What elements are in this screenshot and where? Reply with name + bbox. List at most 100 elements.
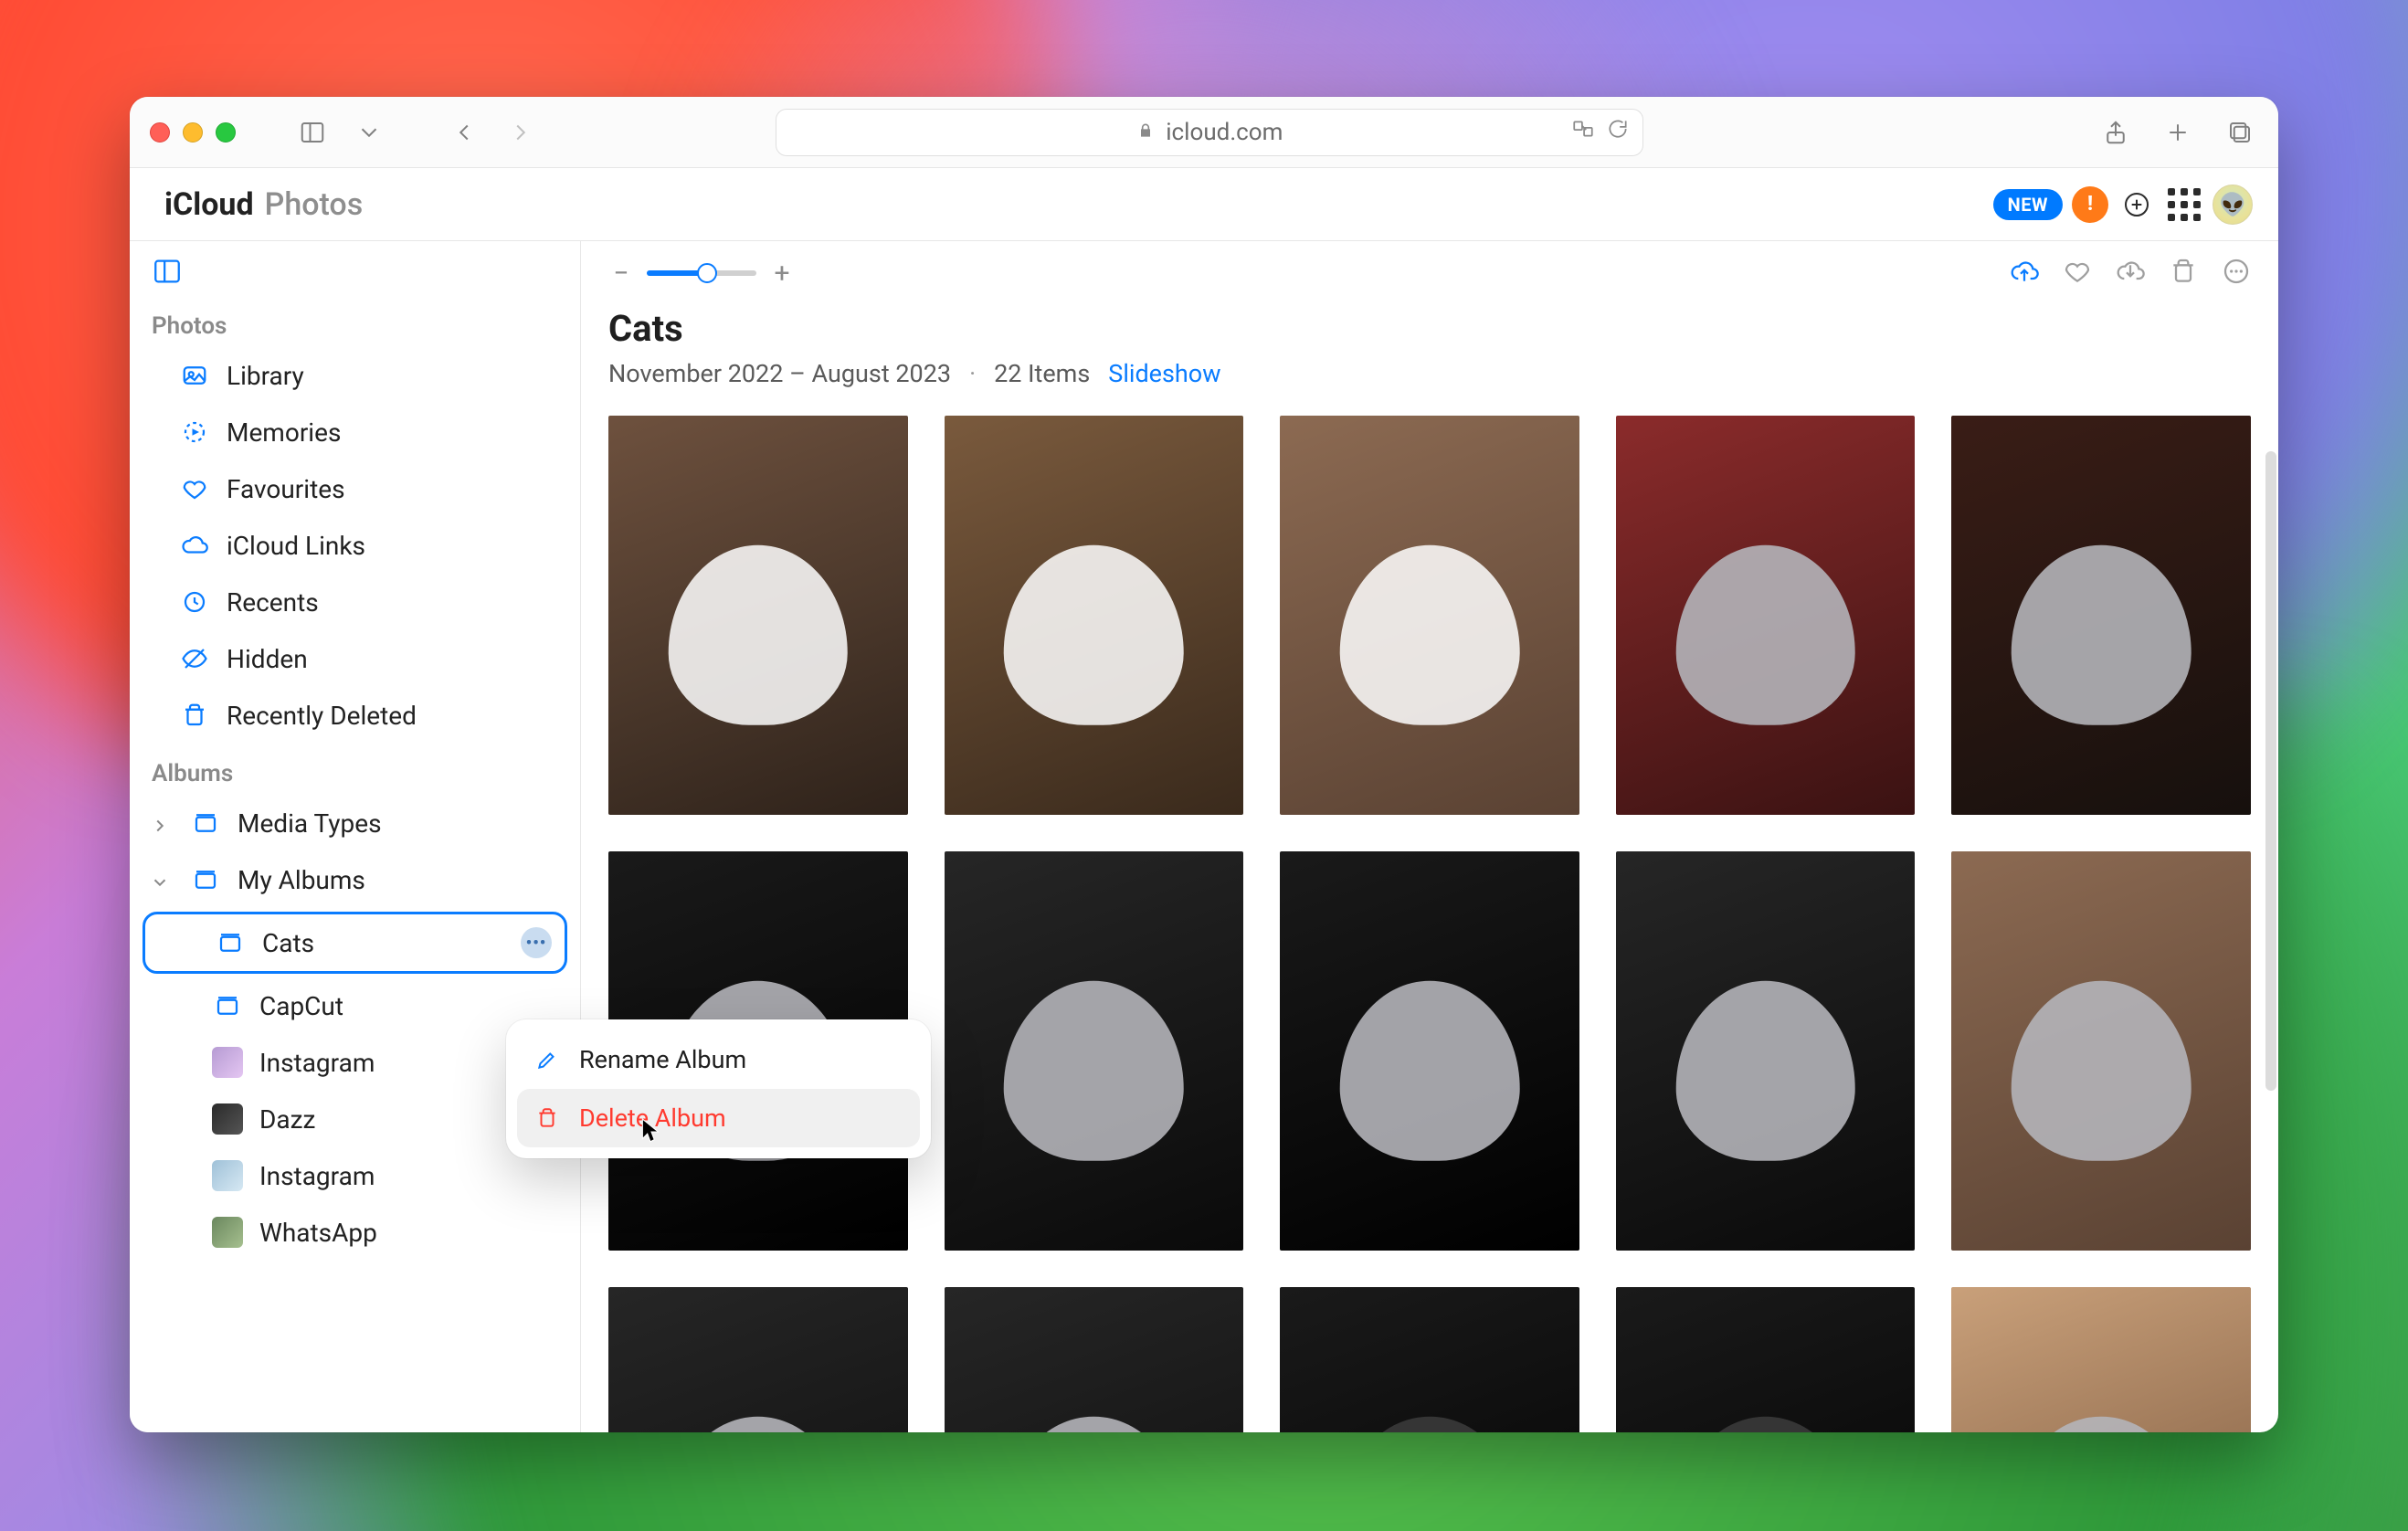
album-thumb-icon bbox=[212, 1103, 243, 1135]
album-thumb-icon bbox=[212, 1160, 243, 1191]
alert-badge[interactable]: ! bbox=[2072, 186, 2108, 223]
brand: iCloud Photos bbox=[155, 186, 363, 223]
album-thumb-icon bbox=[212, 1217, 243, 1248]
zoom-slider[interactable]: − + bbox=[608, 258, 795, 290]
nav-label: Recently Deleted bbox=[227, 701, 417, 731]
album-cats[interactable]: Cats ••• bbox=[143, 912, 567, 974]
brand-icloud: iCloud bbox=[164, 186, 254, 223]
nav-memories[interactable]: Memories bbox=[130, 404, 580, 460]
zoom-out-button[interactable]: − bbox=[608, 258, 634, 290]
safari-window: icloud.com iCloud Photos NEW ! bbox=[130, 97, 2278, 1432]
photo-thumbnail[interactable] bbox=[1616, 851, 1916, 1251]
zoom-track[interactable] bbox=[647, 270, 756, 276]
photo-thumbnail[interactable] bbox=[945, 416, 1244, 815]
context-label: Rename Album bbox=[579, 1045, 746, 1074]
album-thumb-icon bbox=[212, 1047, 243, 1078]
nav-hidden[interactable]: Hidden bbox=[130, 630, 580, 687]
photo-thumbnail[interactable] bbox=[1951, 851, 2251, 1251]
share-button[interactable] bbox=[2097, 114, 2134, 151]
context-rename-album[interactable]: Rename Album bbox=[517, 1030, 920, 1089]
account-avatar[interactable]: 👽 bbox=[2213, 185, 2253, 225]
nav-label: Recents bbox=[227, 587, 319, 618]
address-bar[interactable]: icloud.com bbox=[776, 109, 1643, 156]
sidebar-toggle-button[interactable] bbox=[294, 114, 331, 151]
album-icon bbox=[215, 927, 246, 958]
album-whatsapp[interactable]: WhatsApp bbox=[130, 1204, 580, 1261]
brand-photos: Photos bbox=[265, 186, 364, 223]
album-context-menu: Rename Album Delete Album bbox=[506, 1019, 931, 1158]
photo-grid[interactable] bbox=[581, 397, 2278, 1432]
sidebar-collapse-button[interactable] bbox=[130, 256, 580, 296]
pencil-icon bbox=[533, 1046, 561, 1073]
nav-back-button[interactable] bbox=[446, 114, 482, 151]
reload-icon[interactable] bbox=[1606, 117, 1630, 147]
tab-group-dropdown[interactable] bbox=[351, 114, 387, 151]
album-more-button[interactable]: ••• bbox=[521, 927, 552, 958]
album-instagram-2[interactable]: Instagram bbox=[130, 1147, 580, 1204]
nav-label: Media Types bbox=[238, 808, 382, 839]
nav-forward-button[interactable] bbox=[502, 114, 539, 151]
photo-thumbnail[interactable] bbox=[1616, 416, 1916, 815]
heart-icon bbox=[179, 473, 210, 504]
chevron-down-icon bbox=[150, 869, 172, 891]
photo-thumbnail[interactable] bbox=[945, 851, 1244, 1251]
photo-thumbnail[interactable] bbox=[1951, 1287, 2251, 1432]
new-badge[interactable]: NEW bbox=[1993, 189, 2063, 220]
album-label: Instagram bbox=[259, 1161, 375, 1191]
nav-icloud-links[interactable]: iCloud Links bbox=[130, 517, 580, 574]
chevron-right-icon bbox=[150, 812, 172, 834]
zoom-thumb[interactable] bbox=[697, 263, 717, 283]
content-pane: − + Cats November 2022 – August 2023 · bbox=[581, 241, 2278, 1432]
nav-my-albums[interactable]: My Albums bbox=[130, 851, 580, 908]
photo-thumbnail[interactable] bbox=[1616, 1287, 1916, 1432]
album-label: Dazz bbox=[259, 1104, 315, 1135]
album-title: Cats bbox=[608, 307, 2251, 350]
photo-thumbnail[interactable] bbox=[945, 1287, 1244, 1432]
photo-thumbnail[interactable] bbox=[608, 416, 908, 815]
trash-icon bbox=[533, 1104, 561, 1132]
photo-thumbnail[interactable] bbox=[1951, 416, 2251, 815]
memories-icon bbox=[179, 417, 210, 448]
photo-thumbnail[interactable] bbox=[1280, 1287, 1579, 1432]
zoom-in-button[interactable]: + bbox=[769, 258, 795, 290]
nav-favourites[interactable]: Favourites bbox=[130, 460, 580, 517]
app-launcher-button[interactable] bbox=[2165, 185, 2203, 224]
album-icon bbox=[190, 808, 221, 839]
window-close-button[interactable] bbox=[150, 122, 170, 143]
photo-thumbnail[interactable] bbox=[1280, 851, 1579, 1251]
slideshow-link[interactable]: Slideshow bbox=[1108, 359, 1220, 388]
window-maximize-button[interactable] bbox=[216, 122, 236, 143]
tabs-overview-button[interactable] bbox=[2222, 114, 2258, 151]
favourite-button[interactable] bbox=[2063, 257, 2092, 290]
nav-label: iCloud Links bbox=[227, 531, 365, 561]
upload-button[interactable] bbox=[2010, 257, 2039, 290]
window-minimize-button[interactable] bbox=[183, 122, 203, 143]
photo-thumbnail[interactable] bbox=[1280, 416, 1579, 815]
upload-add-button[interactable] bbox=[2118, 185, 2156, 224]
sidebar: Photos Library Memories Favourites iClou… bbox=[130, 241, 581, 1432]
photo-thumbnail[interactable] bbox=[608, 1287, 908, 1432]
lock-icon bbox=[1136, 119, 1155, 146]
more-button[interactable] bbox=[2222, 257, 2251, 290]
album-item-count: 22 Items bbox=[994, 359, 1090, 388]
section-title-photos: Photos bbox=[130, 296, 580, 347]
new-tab-button[interactable] bbox=[2160, 114, 2196, 151]
nav-media-types[interactable]: Media Types bbox=[130, 795, 580, 851]
context-delete-album[interactable]: Delete Album bbox=[517, 1089, 920, 1147]
window-controls bbox=[150, 122, 236, 143]
album-icon bbox=[190, 864, 221, 895]
delete-button[interactable] bbox=[2169, 257, 2198, 290]
grid-icon bbox=[2168, 188, 2201, 221]
nav-recents[interactable]: Recents bbox=[130, 574, 580, 630]
mouse-cursor bbox=[641, 1118, 661, 1138]
nav-photos: Library Memories Favourites iCloud Links… bbox=[130, 347, 580, 744]
download-button[interactable] bbox=[2116, 257, 2145, 290]
nav-label: Favourites bbox=[227, 474, 345, 504]
nav-library[interactable]: Library bbox=[130, 347, 580, 404]
trash-icon bbox=[179, 700, 210, 731]
album-label: WhatsApp bbox=[259, 1218, 377, 1248]
translate-icon[interactable] bbox=[1571, 117, 1595, 147]
cloud-link-icon bbox=[179, 530, 210, 561]
album-label: Instagram bbox=[259, 1048, 375, 1078]
nav-recently-deleted[interactable]: Recently Deleted bbox=[130, 687, 580, 744]
